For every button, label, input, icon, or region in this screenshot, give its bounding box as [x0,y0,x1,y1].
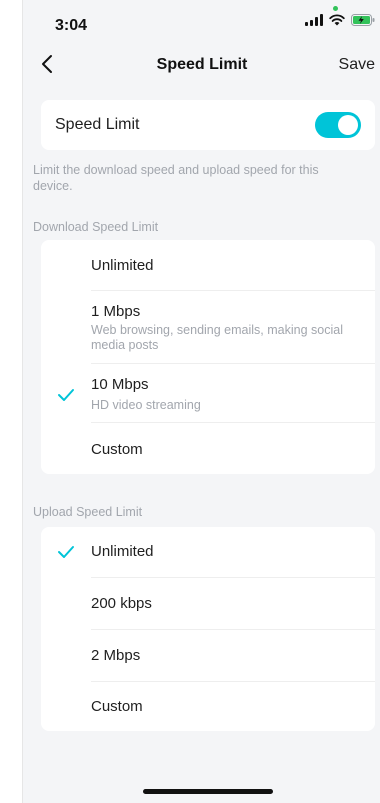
download-option-unlimited[interactable]: Unlimited [41,240,375,290]
option-description: HD video streaming [91,398,201,412]
upload-option-2mbps[interactable]: 2 Mbps [41,630,375,681]
upload-option-unlimited[interactable]: Unlimited [41,527,375,577]
wifi-icon [329,14,345,26]
option-label: 2 Mbps [91,647,141,664]
status-time: 3:04 [55,17,88,34]
option-label: Unlimited [91,257,154,274]
speed-limit-toggle-card: Speed Limit [41,100,375,150]
download-option-1mbps[interactable]: 1 Mbps Web browsing, sending emails, mak… [41,291,375,363]
download-option-custom[interactable]: Custom [41,423,375,474]
save-button[interactable]: Save [339,56,375,74]
camera-indicator-icon [333,6,338,11]
phone-screen: 3:04 Speed Limit Save Speed Limit Limit … [22,0,380,803]
download-option-10mbps[interactable]: 10 Mbps HD video streaming [41,364,375,422]
option-label: Unlimited [91,543,154,560]
download-section-header: Download Speed Limit [33,220,159,234]
speed-limit-description: Limit the download speed and upload spee… [33,163,319,193]
speed-limit-toggle-label: Speed Limit [55,116,140,133]
upload-options-card: Unlimited 200 kbps 2 Mbps Custom [41,527,375,731]
upload-option-custom[interactable]: Custom [41,682,375,731]
cellular-signal-icon [305,14,323,26]
page-title: Speed Limit [156,56,248,73]
option-label: 200 kbps [91,595,152,612]
option-label: Custom [91,698,143,715]
upload-section-header: Upload Speed Limit [33,505,143,519]
battery-charging-icon [351,14,375,26]
speed-limit-toggle-switch[interactable] [315,112,361,138]
checkmark-icon [57,545,75,559]
checkmark-icon [57,388,75,402]
option-description: Web browsing, sending emails, making soc… [91,323,343,352]
navigation-bar: Speed Limit Save [23,44,380,88]
download-options-card: Unlimited 1 Mbps Web browsing, sending e… [41,240,375,474]
option-label: 10 Mbps [91,376,149,393]
upload-option-200kbps[interactable]: 200 kbps [41,578,375,629]
option-label: 1 Mbps [91,303,141,320]
toggle-knob [338,115,358,135]
home-indicator[interactable] [143,789,273,794]
option-label: Custom [91,441,143,458]
status-icons [305,14,375,26]
status-bar: 3:04 [23,0,380,44]
